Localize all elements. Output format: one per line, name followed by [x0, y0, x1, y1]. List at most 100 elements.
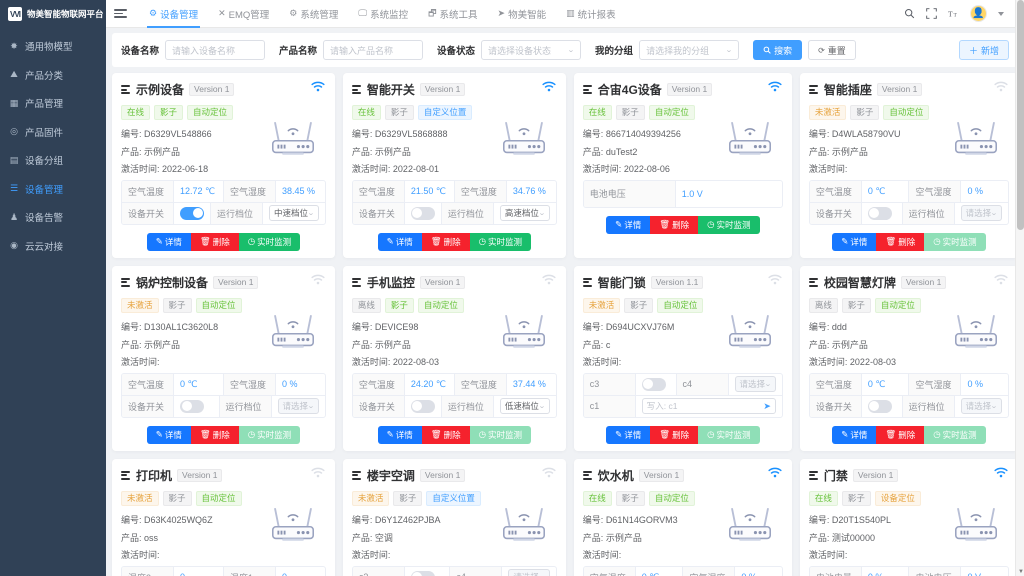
search-button[interactable]: 搜索: [753, 40, 802, 60]
sidebar-item-6[interactable]: ☰设备管理: [0, 175, 106, 204]
topnav-item-7[interactable]: ▥统计报表: [556, 0, 626, 28]
monitor-button[interactable]: ◷实时监测: [470, 233, 531, 251]
product-name-input[interactable]: 请输入产品名称: [323, 40, 423, 60]
status-badge: 在线: [809, 491, 838, 506]
sidebar-item-1[interactable]: ✸通用物模型: [0, 32, 106, 61]
detail-button[interactable]: ✎详情: [378, 233, 422, 251]
topnav-item-4[interactable]: 🖵系统监控: [348, 0, 418, 28]
monitor-button[interactable]: ◷实时监测: [924, 233, 985, 251]
detail-button-label: 详情: [396, 429, 413, 441]
sidebar-item-3[interactable]: ▦产品管理: [0, 89, 106, 118]
property-write-input[interactable]: 写入: c1➤: [642, 398, 776, 414]
device-power-toggle[interactable]: [411, 400, 435, 413]
device-power-toggle[interactable]: [411, 207, 435, 220]
delete-button[interactable]: 🗑删除: [191, 233, 239, 251]
delete-button[interactable]: 🗑删除: [876, 426, 924, 444]
detail-button[interactable]: ✎详情: [147, 233, 191, 251]
detail-button[interactable]: ✎详情: [832, 233, 876, 251]
scroll-down-icon[interactable]: ▼: [1018, 569, 1024, 575]
monitor-button[interactable]: ◷实时监测: [239, 233, 300, 251]
device-product-row: 产品: 示例产品: [121, 145, 326, 158]
topnav-item-1[interactable]: ⚙设备管理: [139, 0, 208, 28]
detail-button[interactable]: ✎详情: [832, 426, 876, 444]
device-card[interactable]: 校园智慧灯牌Version 1离线影子自动定位编号: ddd产品: 示例产品激活…: [800, 266, 1018, 451]
gear-level-select[interactable]: 请选择⌄: [278, 398, 319, 414]
monitor-button[interactable]: ◷实时监测: [470, 426, 531, 444]
gear-level-select[interactable]: 请选择⌄: [961, 398, 1002, 414]
sidebar-item-2[interactable]: ⛰产品分类: [0, 61, 106, 90]
device-status-select[interactable]: 请选择设备状态 ⌄: [481, 40, 581, 60]
delete-button-label: 删除: [898, 429, 915, 441]
topnav-item-3[interactable]: ⚙系统管理: [279, 0, 348, 28]
product-label: 产品:: [352, 147, 373, 157]
property-row: 设备开关运行档位请选择⌄: [810, 203, 1008, 224]
device-card[interactable]: 合宙4G设备Version 1在线影子自动定位编号: 8667140493942…: [574, 73, 792, 258]
reset-button[interactable]: ⟳ 重置: [808, 40, 856, 60]
page-scrollbar[interactable]: ▲ ▼: [1015, 0, 1024, 576]
detail-button[interactable]: ✎详情: [378, 426, 422, 444]
gear-level-select[interactable]: 请选择⌄: [961, 205, 1002, 221]
monitor-button[interactable]: ◷实时监测: [239, 426, 300, 444]
delete-button[interactable]: 🗑删除: [422, 426, 470, 444]
status-badge: 自动定位: [649, 105, 695, 120]
brand[interactable]: VVI 物美智能物联网平台: [0, 0, 106, 28]
device-power-toggle[interactable]: [868, 400, 892, 413]
device-card[interactable]: 智能插座Version 1未激活影子自动定位编号: D4WLA58790VU产品…: [800, 73, 1018, 258]
delete-button[interactable]: 🗑删除: [422, 233, 470, 251]
topnav-item-2[interactable]: ✕EMQ管理: [208, 0, 279, 28]
monitor-button[interactable]: ◷实时监测: [924, 426, 985, 444]
sidebar-item-8[interactable]: ◉云云对接: [0, 232, 106, 261]
menu-toggle-icon[interactable]: [114, 9, 127, 18]
sidebar-item-4[interactable]: ◎产品固件: [0, 118, 106, 147]
device-card[interactable]: 示例设备Version 1在线影子自动定位编号: D6329VL548866产品…: [112, 73, 335, 258]
add-device-button[interactable]: ＋ 新增: [959, 40, 1009, 60]
edit-icon: ✎: [156, 429, 163, 440]
detail-button[interactable]: ✎详情: [606, 426, 650, 444]
topnav-item-5[interactable]: 🗗系统工具: [418, 0, 487, 28]
gear-level-select[interactable]: 低速档位⌄: [500, 398, 550, 414]
device-power-toggle[interactable]: [642, 378, 666, 391]
device-card[interactable]: 锅炉控制设备Version 1未激活影子自动定位编号: D130AL1C3620…: [112, 266, 335, 451]
device-power-toggle[interactable]: [411, 571, 435, 576]
device-product-row: 产品: 示例产品: [121, 338, 326, 351]
delete-button[interactable]: 🗑删除: [650, 426, 698, 444]
wifi-status-icon: [768, 274, 782, 288]
monitor-button[interactable]: ◷实时监测: [698, 216, 759, 234]
scrollbar-thumb[interactable]: [1017, 0, 1024, 230]
property-value: 0 ℃: [862, 374, 910, 395]
device-power-toggle[interactable]: [868, 207, 892, 220]
delete-button[interactable]: 🗑删除: [191, 426, 239, 444]
fullscreen-icon[interactable]: [926, 8, 937, 19]
font-size-icon[interactable]: TT: [948, 8, 959, 19]
device-card[interactable]: 智能开关Version 1在线影子自定义位置编号: D6329VL5868888…: [343, 73, 566, 258]
device-card[interactable]: 饮水机Version 1在线影子自动定位编号: D61N14GORVM3产品: …: [574, 459, 792, 576]
device-name-input[interactable]: 请输入设备名称: [165, 40, 265, 60]
detail-button[interactable]: ✎详情: [606, 216, 650, 234]
monitor-button[interactable]: ◷实时监测: [698, 426, 759, 444]
sidebar-item-5[interactable]: ▤设备分组: [0, 146, 106, 175]
delete-button[interactable]: 🗑删除: [876, 233, 924, 251]
topnav-item-6[interactable]: ➤物美智能: [488, 0, 557, 28]
device-power-toggle[interactable]: [180, 207, 204, 220]
toggle-knob: [643, 379, 653, 389]
avatar[interactable]: 👤: [970, 5, 987, 22]
my-group-select[interactable]: 请选择我的分组 ⌄: [639, 40, 739, 60]
device-card[interactable]: 打印机Version 1未激活影子自动定位编号: D63K4025WQ6Z产品:…: [112, 459, 335, 576]
device-card[interactable]: 门禁Version 1在线影子设备定位编号: D20T1S540PL产品: 测试…: [800, 459, 1018, 576]
gear-level-select[interactable]: 中速档位⌄: [269, 205, 319, 221]
delete-button[interactable]: 🗑删除: [650, 216, 698, 234]
search-icon[interactable]: [904, 8, 915, 19]
gear-level-select[interactable]: 请选择⌄: [735, 376, 776, 392]
detail-button-label: 详情: [396, 236, 413, 248]
chevron-down-icon[interactable]: [998, 12, 1004, 16]
gear-level-select[interactable]: 高速档位⌄: [500, 205, 550, 221]
send-icon[interactable]: ➤: [763, 401, 771, 412]
brand-title: 物美智能物联网平台: [27, 8, 104, 20]
device-card[interactable]: 智能门锁Version 1.1未激活影子自动定位编号: D694UCXVJ76M…: [574, 266, 792, 451]
sidebar-item-7[interactable]: ♟设备告警: [0, 203, 106, 232]
gear-level-select[interactable]: 请选择⌄: [508, 569, 549, 576]
device-card[interactable]: 楼宇空调Version 1未激活影子自定义位置编号: D6Y1Z462PJBA产…: [343, 459, 566, 576]
device-card[interactable]: 手机监控Version 1离线影子自动定位编号: DEVICE98产品: 示例产…: [343, 266, 566, 451]
detail-button[interactable]: ✎详情: [147, 426, 191, 444]
device-power-toggle[interactable]: [180, 400, 204, 413]
